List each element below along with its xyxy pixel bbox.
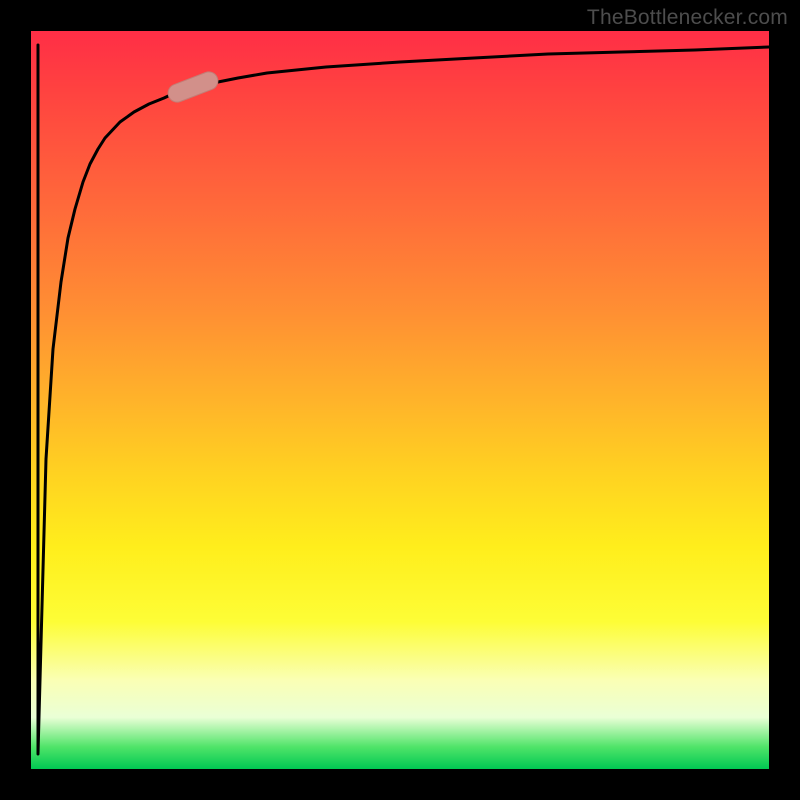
chart-stage: TheBottlenecker.com — [0, 0, 800, 800]
attribution-text: TheBottlenecker.com — [587, 6, 788, 30]
chart-gradient-bg — [31, 31, 769, 769]
